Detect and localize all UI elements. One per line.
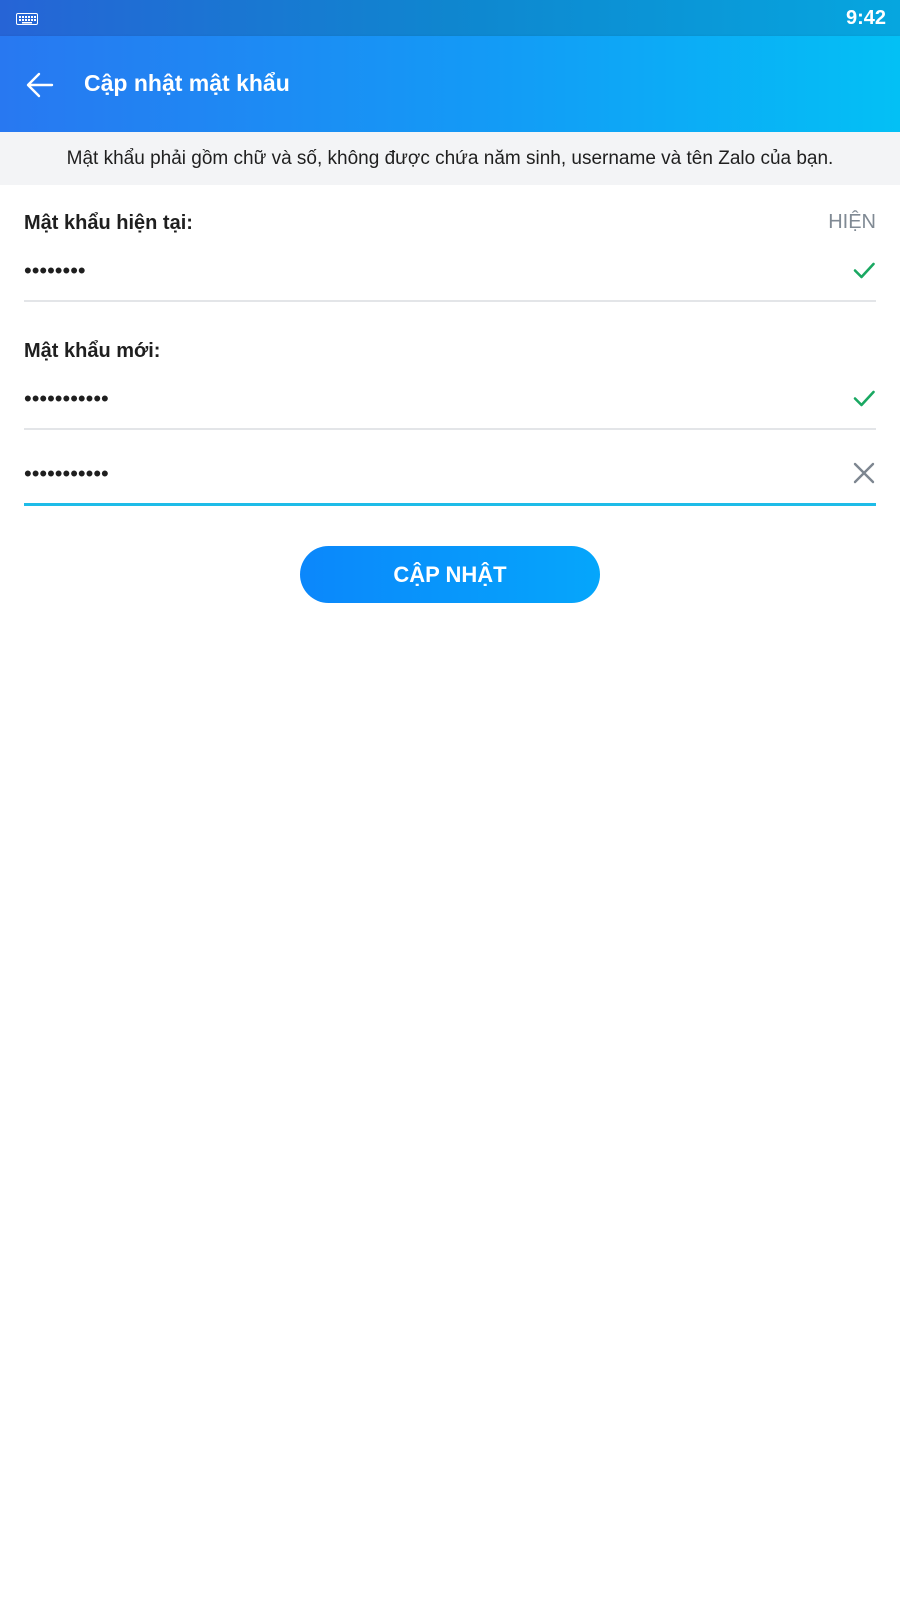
check-icon xyxy=(852,258,876,282)
clear-icon[interactable] xyxy=(852,461,876,485)
page-title: Cập nhật mật khẩu xyxy=(84,70,290,96)
app-bar: Cập nhật mật khẩu xyxy=(0,36,900,132)
new-password-label: Mật khẩu mới: xyxy=(24,340,161,362)
current-password-field[interactable]: •••••••• xyxy=(24,250,876,302)
update-button[interactable]: CẬP NHẬT xyxy=(300,546,600,603)
show-password-toggle[interactable]: HIỆN xyxy=(828,211,876,234)
current-password-value: •••••••• xyxy=(24,258,86,283)
password-hint: Mật khẩu phải gồm chữ và số, không được … xyxy=(0,132,900,185)
status-bar: 9:42 xyxy=(0,0,900,36)
new-password-value: ••••••••••• xyxy=(24,386,109,411)
keyboard-icon xyxy=(16,12,38,30)
current-password-label: Mật khẩu hiện tại: xyxy=(24,212,193,234)
confirm-password-value: ••••••••••• xyxy=(24,461,109,486)
check-icon xyxy=(852,386,876,410)
new-password-field[interactable]: ••••••••••• xyxy=(24,378,876,430)
arrow-left-icon[interactable] xyxy=(24,69,56,101)
status-time: 9:42 xyxy=(845,7,886,29)
confirm-password-field[interactable]: ••••••••••• xyxy=(24,453,876,506)
